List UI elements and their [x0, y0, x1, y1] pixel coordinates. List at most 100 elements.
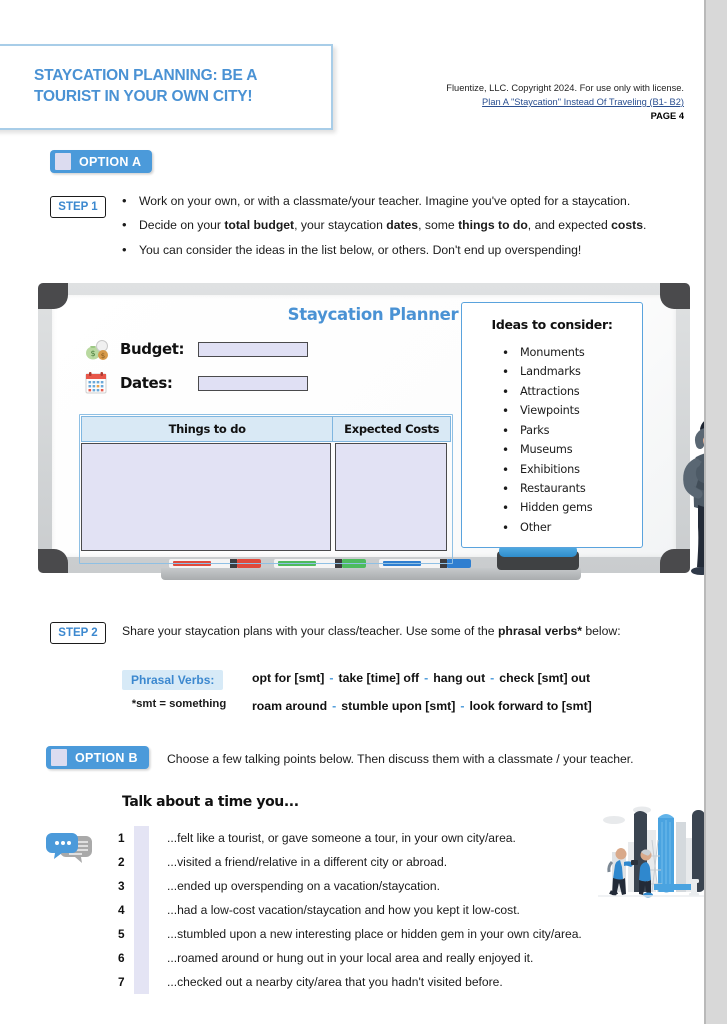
phrasal-verb: roam around [252, 699, 328, 713]
page-number: PAGE 4 [650, 110, 684, 121]
ideas-panel: Ideas to consider: Monuments Landmarks A… [461, 302, 643, 548]
smt-footnote: *smt = something [131, 698, 227, 710]
expected-costs-input[interactable] [335, 443, 447, 551]
budget-field-row: $ $ Budget: [84, 337, 308, 361]
planner-table: Things to do Expected Costs [81, 416, 451, 551]
phrasal-verbs-label: Phrasal Verbs: [122, 670, 224, 690]
budget-input[interactable] [198, 341, 308, 357]
badge-square-icon [51, 749, 67, 766]
list-item: Other [502, 518, 642, 539]
list-item: Hidden gems [502, 498, 642, 519]
item-text: ...ended up overspending on a vacation/s… [167, 879, 440, 893]
calendar-icon [84, 371, 110, 395]
option-b-label: OPTION B [75, 750, 138, 765]
list-item: Viewpoints [502, 401, 642, 422]
step-1-label: STEP 1 [50, 196, 106, 218]
list-item: 1 ...felt like a tourist, or gave someon… [118, 826, 638, 850]
item-text: ...had a low-cost vacation/staycation an… [167, 903, 520, 917]
ideas-list: Monuments Landmarks Attractions Viewpoin… [502, 343, 642, 539]
item-number: 1 [118, 831, 125, 845]
dates-label: Dates: [120, 374, 173, 392]
thinking-person-illustration [674, 393, 704, 585]
list-item: Parks [502, 421, 642, 442]
item-text: ...checked out a nearby city/area that y… [167, 975, 503, 989]
item-marker-strip[interactable] [134, 850, 149, 874]
list-item: 2 ...visited a friend/relative in a diff… [118, 850, 638, 874]
item-number: 4 [118, 903, 125, 917]
planner-title: Staycation Planner [287, 305, 459, 324]
copyright-text: Fluentize, LLC. Copyright 2024. For use … [446, 83, 684, 93]
things-to-do-input[interactable] [81, 443, 331, 551]
item-marker-strip[interactable] [134, 826, 149, 850]
talking-points-list: 1 ...felt like a tourist, or gave someon… [118, 826, 638, 994]
table-body-row [81, 442, 451, 551]
blue-marker-icon [379, 559, 471, 568]
item-text: ...roamed around or hung out in your loc… [167, 951, 534, 965]
dates-input[interactable] [198, 375, 308, 391]
green-marker-icon [274, 559, 366, 568]
frame-corner-icon [38, 283, 68, 309]
list-item: You can consider the ideas in the list b… [122, 241, 687, 259]
item-text: ...visited a friend/relative in a differ… [167, 855, 448, 869]
phrasal-verbs-row-2: roam around - stumble upon [smt] - look forw… [252, 699, 592, 713]
option-a-badge: OPTION A [50, 150, 153, 173]
list-item: 5 ...stumbled upon a new interesting pla… [118, 922, 638, 946]
ideas-panel-title: Ideas to consider: [491, 317, 613, 332]
phrasal-verb: look forward to [smt] [469, 699, 592, 713]
list-item: 7 ...checked out a nearby city/area that… [118, 970, 638, 994]
phrasal-verb: hang out [433, 671, 486, 685]
worksheet-page: STAYCATION PLANNING: BE A TOURIST IN YOU… [0, 0, 706, 1024]
phrasal-verb: stumble upon [smt] [341, 699, 456, 713]
frame-corner-icon [38, 549, 68, 573]
copyright-block: Fluentize, LLC. Copyright 2024. For use … [380, 82, 684, 124]
item-marker-strip[interactable] [134, 922, 149, 946]
frame-corner-icon [660, 283, 690, 309]
column-header-expected-costs: Expected Costs [344, 422, 440, 436]
city-tourists-illustration [598, 796, 704, 904]
option-b-description: Choose a few talking points below. Then … [167, 752, 634, 766]
list-item: 4 ...had a low-cost vacation/staycation … [118, 898, 638, 922]
item-marker-strip[interactable] [134, 946, 149, 970]
list-item: Attractions [502, 382, 642, 403]
item-number: 5 [118, 927, 125, 941]
list-item: 6 ...roamed around or hung out in your l… [118, 946, 638, 970]
item-text: ...stumbled upon a new interesting place… [167, 927, 582, 941]
item-number: 6 [118, 951, 125, 965]
red-marker-icon [169, 559, 261, 568]
phrasal-verb: take [time] off [338, 671, 420, 685]
page-title: STAYCATION PLANNING: BE A TOURIST IN YOU… [34, 67, 257, 106]
list-item: Monuments [502, 343, 642, 364]
speech-bubbles-icon [44, 828, 96, 868]
column-header-things-to-do: Things to do [82, 417, 334, 441]
light-tower [676, 822, 686, 892]
item-marker-strip[interactable] [134, 898, 149, 922]
option-b-badge: OPTION B [46, 746, 149, 769]
step-1-instructions: Work on your own, or with a classmate/yo… [122, 192, 687, 266]
list-item: Landmarks [502, 362, 642, 383]
item-number: 3 [118, 879, 125, 893]
svg-text:$: $ [101, 352, 105, 360]
list-item: Restaurants [502, 479, 642, 500]
item-marker-strip[interactable] [134, 970, 149, 994]
budget-label: Budget: [120, 340, 185, 358]
item-text: ...felt like a tourist, or gave someone … [167, 831, 516, 845]
step-2-label: STEP 2 [50, 622, 106, 644]
phrasal-verb: check [smt] out [499, 671, 591, 685]
item-marker-strip[interactable] [134, 874, 149, 898]
person-figure [683, 421, 704, 575]
money-bag-icon: $ $ [84, 337, 110, 361]
lesson-link[interactable]: Plan A "Staycation" Instead Of Traveling… [380, 96, 684, 110]
glass-tower [658, 814, 674, 892]
list-item: Exhibitions [502, 460, 642, 481]
phrasal-verbs-row-1: opt for [smt] - take [time] off - hang out - c… [252, 671, 591, 685]
list-item: 3 ...ended up overspending on a vacation… [118, 874, 638, 898]
svg-text:$: $ [90, 349, 95, 358]
step-2-description: Share your staycation plans with your cl… [122, 624, 621, 638]
eraser-icon [497, 545, 579, 570]
badge-square-icon [55, 153, 71, 170]
list-item: Work on your own, or with a classmate/yo… [122, 192, 687, 210]
item-number: 7 [118, 975, 125, 989]
option-a-label: OPTION A [79, 154, 142, 169]
phrasal-verb: opt for [smt] [252, 671, 325, 685]
talk-about-title: Talk about a time you... [122, 794, 299, 810]
